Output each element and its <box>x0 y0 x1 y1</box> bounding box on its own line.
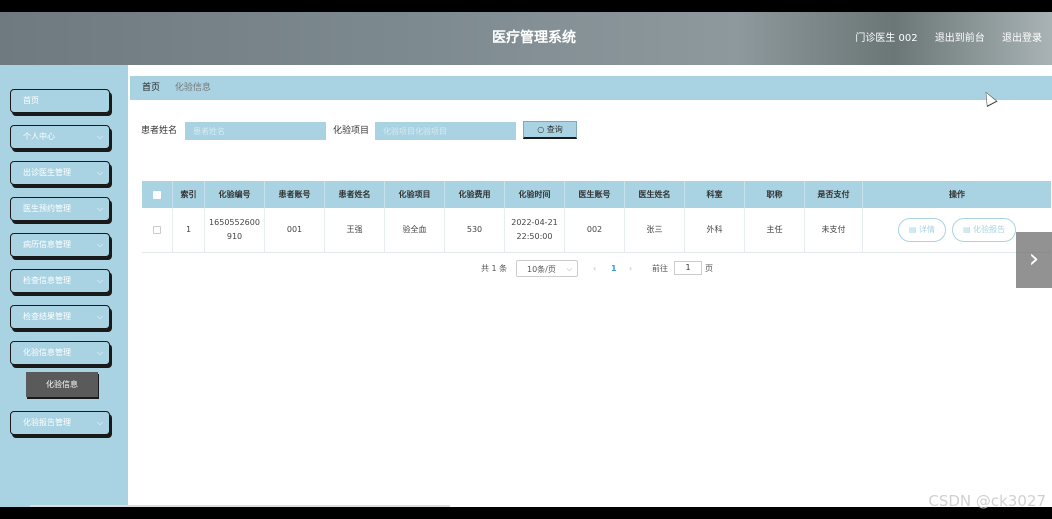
sidebar-item-label: 医生预约管理 <box>23 204 71 213</box>
detail-button-label: 详情 <box>919 225 935 234</box>
sidebar-item-home[interactable]: 首页 <box>10 89 110 113</box>
row-select-cell <box>142 208 173 252</box>
sidebar-item-label: 化验报告管理 <box>23 418 71 427</box>
breadcrumb-home[interactable]: 首页 <box>142 83 160 93</box>
cell-doctor-account: 002 <box>565 208 625 252</box>
chevron-down-icon: ⌵ <box>96 240 103 249</box>
select-all-cell <box>142 181 173 208</box>
sidebar-item-personal-center[interactable]: 个人中心 ⌵ <box>10 125 110 149</box>
breadcrumb: 首页 化验信息 <box>130 76 1052 100</box>
sidebar-item-label: 检查信息管理 <box>23 276 71 285</box>
sidebar-item-appointment[interactable]: 医生预约管理 ⌵ <box>10 197 110 221</box>
column-header: 患者账号 <box>265 181 325 208</box>
patient-name-label: 患者姓名 <box>141 126 178 136</box>
breadcrumb-current: 化验信息 <box>174 83 211 93</box>
app-header: 医疗管理系统 门诊医生 002 退出到前台 退出登录 <box>0 12 1052 65</box>
detail-icon: ▤ <box>908 225 919 234</box>
main-content: 首页 化验信息 患者姓名 化验项目 ○ 查询 索引 化验编号 患者账号 患者姓名… <box>121 65 1052 519</box>
sidebar-item-label: 个人中心 <box>23 132 55 141</box>
next-slide-button[interactable]: › <box>1016 232 1052 288</box>
chevron-down-icon: ⌵ <box>96 168 103 177</box>
column-header: 操作 <box>949 190 965 199</box>
chevron-down-icon: ⌵ <box>96 276 103 285</box>
current-user: 门诊医生 002 <box>855 33 918 44</box>
search-icon: ○ <box>537 125 545 134</box>
select-all-checkbox[interactable] <box>153 190 161 199</box>
report-icon: ▤ <box>963 225 974 234</box>
chevron-down-icon: ⌵ <box>96 418 103 427</box>
goto-label: 前往 <box>652 264 668 273</box>
cell-lab-fee: 530 <box>445 208 505 252</box>
cell-lab-code: 1650552600910 <box>205 208 265 252</box>
column-header: 医生姓名 <box>625 181 685 208</box>
watermark: CSDN @ck3027 <box>928 492 1046 510</box>
cell-doctor-name: 张三 <box>625 208 685 252</box>
column-header: 索引 <box>173 181 205 208</box>
search-button[interactable]: ○ 查询 <box>523 121 577 139</box>
column-header: 职称 <box>745 181 805 208</box>
pager-total: 共 1 条 <box>481 264 508 273</box>
column-header: 化验项目 <box>385 181 445 208</box>
lab-item-input[interactable] <box>375 122 516 140</box>
sidebar-item-lab-report[interactable]: 化验报告管理 ⌵ <box>10 411 110 435</box>
search-button-label: 查询 <box>546 125 563 134</box>
column-header: 化验费用 <box>445 181 505 208</box>
bottom-black-strip <box>0 507 1052 519</box>
table-row: 1 1650552600910 001 王强 验全血 530 2022-04-2… <box>142 208 1051 253</box>
chevron-down-icon: ⌵ <box>96 348 103 357</box>
sidebar-item-label: 化验信息管理 <box>23 348 71 357</box>
column-header: 化验时间 <box>505 181 565 208</box>
column-header: 患者姓名 <box>325 181 385 208</box>
column-header: 医生账号 <box>565 181 625 208</box>
page-size-value: 10条/页 <box>527 265 556 274</box>
cell-lab-time: 2022-04-21 22:50:00 <box>505 208 565 252</box>
cell-paid-status: 未支付 <box>805 208 863 252</box>
cell-lab-item: 验全血 <box>385 208 445 252</box>
sidebar-item-medical-records[interactable]: 病历信息管理 ⌵ <box>10 233 110 257</box>
sidebar-item-lab-info[interactable]: 化验信息管理 ⌵ <box>10 341 110 365</box>
cell-patient-name: 王强 <box>325 208 385 252</box>
top-black-strip <box>0 0 1052 12</box>
prev-page-button[interactable]: ‹ <box>593 260 596 277</box>
sidebar-item-doctor-visit[interactable]: 出诊医生管理 ⌵ <box>10 161 110 185</box>
sidebar-item-label: 出诊医生管理 <box>23 168 71 177</box>
detail-button[interactable]: ▤ 详情 <box>897 218 946 242</box>
cell-title: 主任 <box>745 208 805 252</box>
row-checkbox[interactable] <box>153 226 161 234</box>
page-unit-label: 页 <box>705 264 713 273</box>
cell-department: 外科 <box>685 208 745 252</box>
goto-front-link[interactable]: 退出到前台 <box>935 33 985 44</box>
sidebar: 首页 个人中心 ⌵ 出诊医生管理 ⌵ 医生预约管理 ⌵ 病历信息管理 ⌵ 检查信… <box>0 65 121 519</box>
column-header: 是否支付 <box>805 181 863 208</box>
cell-index: 1 <box>173 208 205 252</box>
column-header: 科室 <box>685 181 745 208</box>
lab-report-button-label: 化验报告 <box>973 225 1006 234</box>
next-page-button[interactable]: › <box>629 260 632 277</box>
goto-page-input[interactable]: 1 <box>674 261 702 275</box>
sidebar-subitem-lab-info[interactable]: 化验信息 <box>26 372 98 397</box>
page-number-current[interactable]: 1 <box>611 260 617 277</box>
lab-report-button[interactable]: ▤ 化验报告 <box>952 218 1017 242</box>
patient-name-input[interactable] <box>185 122 326 140</box>
chevron-down-icon: ⌵ <box>96 312 103 321</box>
chevron-down-icon: ⌵ <box>96 204 103 213</box>
sidebar-item-exam-results[interactable]: 检查结果管理 ⌵ <box>10 305 110 329</box>
chevron-down-icon: ⌵ <box>566 265 572 273</box>
table-header: 索引 化验编号 患者账号 患者姓名 化验项目 化验费用 化验时间 医生账号 医生… <box>142 181 1051 208</box>
column-header: 化验编号 <box>205 181 265 208</box>
sidebar-item-label: 检查结果管理 <box>23 312 71 321</box>
sidebar-item-label: 首页 <box>23 96 39 105</box>
cell-patient-account: 001 <box>265 208 325 252</box>
sidebar-item-label: 病历信息管理 <box>23 240 71 249</box>
content-edge <box>121 65 128 519</box>
header-actions: 门诊医生 002 退出到前台 退出登录 <box>841 12 1042 65</box>
logout-link[interactable]: 退出登录 <box>1002 33 1042 44</box>
page-size-select[interactable]: 10条/页 ⌵ <box>516 260 578 277</box>
sidebar-item-exam-info[interactable]: 检查信息管理 ⌵ <box>10 269 110 293</box>
chevron-down-icon: ⌵ <box>96 132 103 141</box>
lab-item-label: 化验项目 <box>333 126 370 136</box>
